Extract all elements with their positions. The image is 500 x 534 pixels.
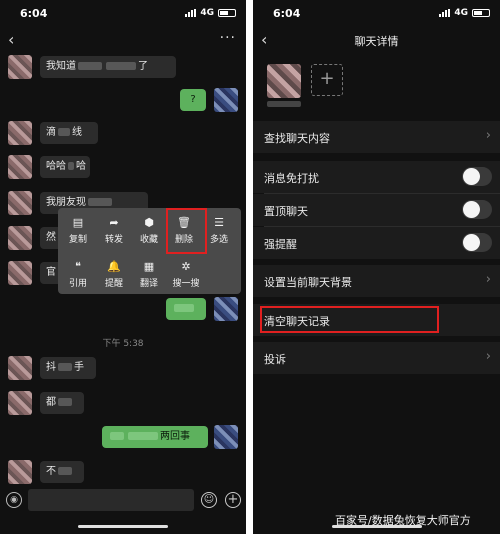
status-bar: 6:04 4G — [253, 0, 500, 28]
menu-favorite[interactable]: ⬢ 收藏 — [131, 216, 167, 245]
status-time: 6:04 — [273, 7, 301, 20]
watermark: 百家号/数据兔恢复大师官方 — [335, 514, 471, 527]
bell-icon: 🔔 — [107, 260, 121, 273]
row-pin: 置顶聊天 — [253, 194, 500, 226]
contact-avatar[interactable] — [8, 155, 32, 179]
contact-avatar[interactable] — [8, 391, 32, 415]
pin-toggle[interactable] — [462, 200, 492, 219]
my-avatar[interactable] — [214, 88, 238, 112]
chat-details-screen: 6:04 4G ‹ 聊天详情 + 查找聊天内容 › 消息免打扰 置顶聊天 强提醒… — [253, 0, 500, 534]
home-indicator — [78, 525, 168, 528]
emoji-icon[interactable]: ☺ — [201, 492, 217, 508]
row-strong-alert: 强提醒 — [253, 227, 500, 259]
chevron-right-icon: › — [485, 349, 491, 364]
message-bubble[interactable]: 哈哈哈 — [40, 156, 90, 178]
page-title: 聊天详情 — [354, 35, 399, 48]
strong-alert-toggle[interactable] — [462, 233, 492, 252]
forward-icon: ➦ — [109, 216, 119, 229]
status-time: 6:04 — [20, 7, 48, 20]
network-label: 4G — [200, 8, 214, 18]
contact-avatar[interactable] — [8, 356, 32, 380]
row-mute: 消息免打扰 — [253, 161, 500, 193]
message-bubble[interactable]: 都 — [40, 392, 84, 414]
delete-highlight-box — [166, 208, 207, 254]
member-avatar[interactable] — [267, 64, 301, 98]
signal-icon — [439, 9, 451, 17]
contact-avatar[interactable] — [8, 261, 32, 285]
chevron-right-icon: › — [485, 272, 491, 287]
chevron-right-icon: › — [485, 128, 491, 143]
battery-icon — [472, 9, 490, 17]
contact-avatar[interactable] — [8, 226, 32, 250]
row-search-chat[interactable]: 查找聊天内容 › — [253, 121, 500, 153]
menu-forward[interactable]: ➦ 转发 — [96, 216, 132, 245]
menu-remind[interactable]: 🔔 提醒 — [96, 260, 132, 289]
chat-navbar: ‹ ··· — [0, 28, 246, 54]
back-icon[interactable]: ‹ — [8, 30, 14, 49]
network-label: 4G — [454, 8, 468, 18]
mute-toggle[interactable] — [462, 167, 492, 186]
contact-avatar[interactable] — [8, 191, 32, 215]
message-context-menu: ▤ 复制 ➦ 转发 ⬢ 收藏 🗑 删除 ☰ 多选 ❝ 引用 🔔 提醒 ▦ 翻译 ✲ 搜一搜 — [58, 208, 241, 294]
chat-screen: 6:04 4G ‹ ··· 我知道了 ? 滴线 哈哈哈 我朋友现 然 官 抖手 … — [0, 0, 246, 534]
message-bubble[interactable] — [166, 298, 206, 320]
time-divider: 下午 5:38 — [102, 339, 144, 349]
clear-highlight-box — [260, 306, 439, 333]
voice-icon[interactable]: ◉ — [6, 492, 22, 508]
translate-icon: ▦ — [143, 260, 155, 273]
contact-avatar[interactable] — [8, 121, 32, 145]
battery-icon — [218, 9, 236, 17]
row-report[interactable]: 投诉 › — [253, 342, 500, 374]
message-bubble[interactable]: 不 — [40, 461, 84, 483]
message-bubble[interactable]: ? — [180, 89, 206, 111]
contact-avatar[interactable] — [8, 55, 32, 79]
status-bar: 6:04 4G — [0, 0, 246, 28]
details-navbar: ‹ 聊天详情 — [253, 28, 500, 54]
search-one-icon: ✲ — [181, 260, 191, 273]
chat-input-bar: ◉ ☺ + — [0, 487, 246, 513]
message-bubble[interactable]: 两回事 — [102, 426, 208, 448]
signal-icon — [185, 9, 197, 17]
copy-icon: ▤ — [72, 216, 84, 229]
menu-copy[interactable]: ▤ 复制 — [60, 216, 96, 245]
add-member-button[interactable]: + — [311, 64, 343, 96]
row-chat-background[interactable]: 设置当前聊天背景 › — [253, 265, 500, 297]
menu-quote[interactable]: ❝ 引用 — [60, 260, 96, 289]
cube-icon: ⬢ — [144, 216, 154, 229]
plus-icon[interactable]: + — [225, 492, 241, 508]
message-bubble[interactable]: 我知道了 — [40, 56, 176, 78]
message-bubble[interactable]: 滴线 — [40, 122, 98, 144]
message-input[interactable] — [28, 489, 194, 511]
menu-search[interactable]: ✲ 搜一搜 — [166, 260, 206, 289]
contact-avatar[interactable] — [8, 460, 32, 484]
my-avatar[interactable] — [214, 425, 238, 449]
my-avatar[interactable] — [214, 297, 238, 321]
more-icon[interactable]: ··· — [220, 30, 236, 46]
menu-translate[interactable]: ▦ 翻译 — [131, 260, 167, 289]
member-name-blurred — [267, 101, 301, 107]
quote-icon: ❝ — [75, 260, 81, 273]
message-bubble[interactable]: 抖手 — [40, 357, 96, 379]
